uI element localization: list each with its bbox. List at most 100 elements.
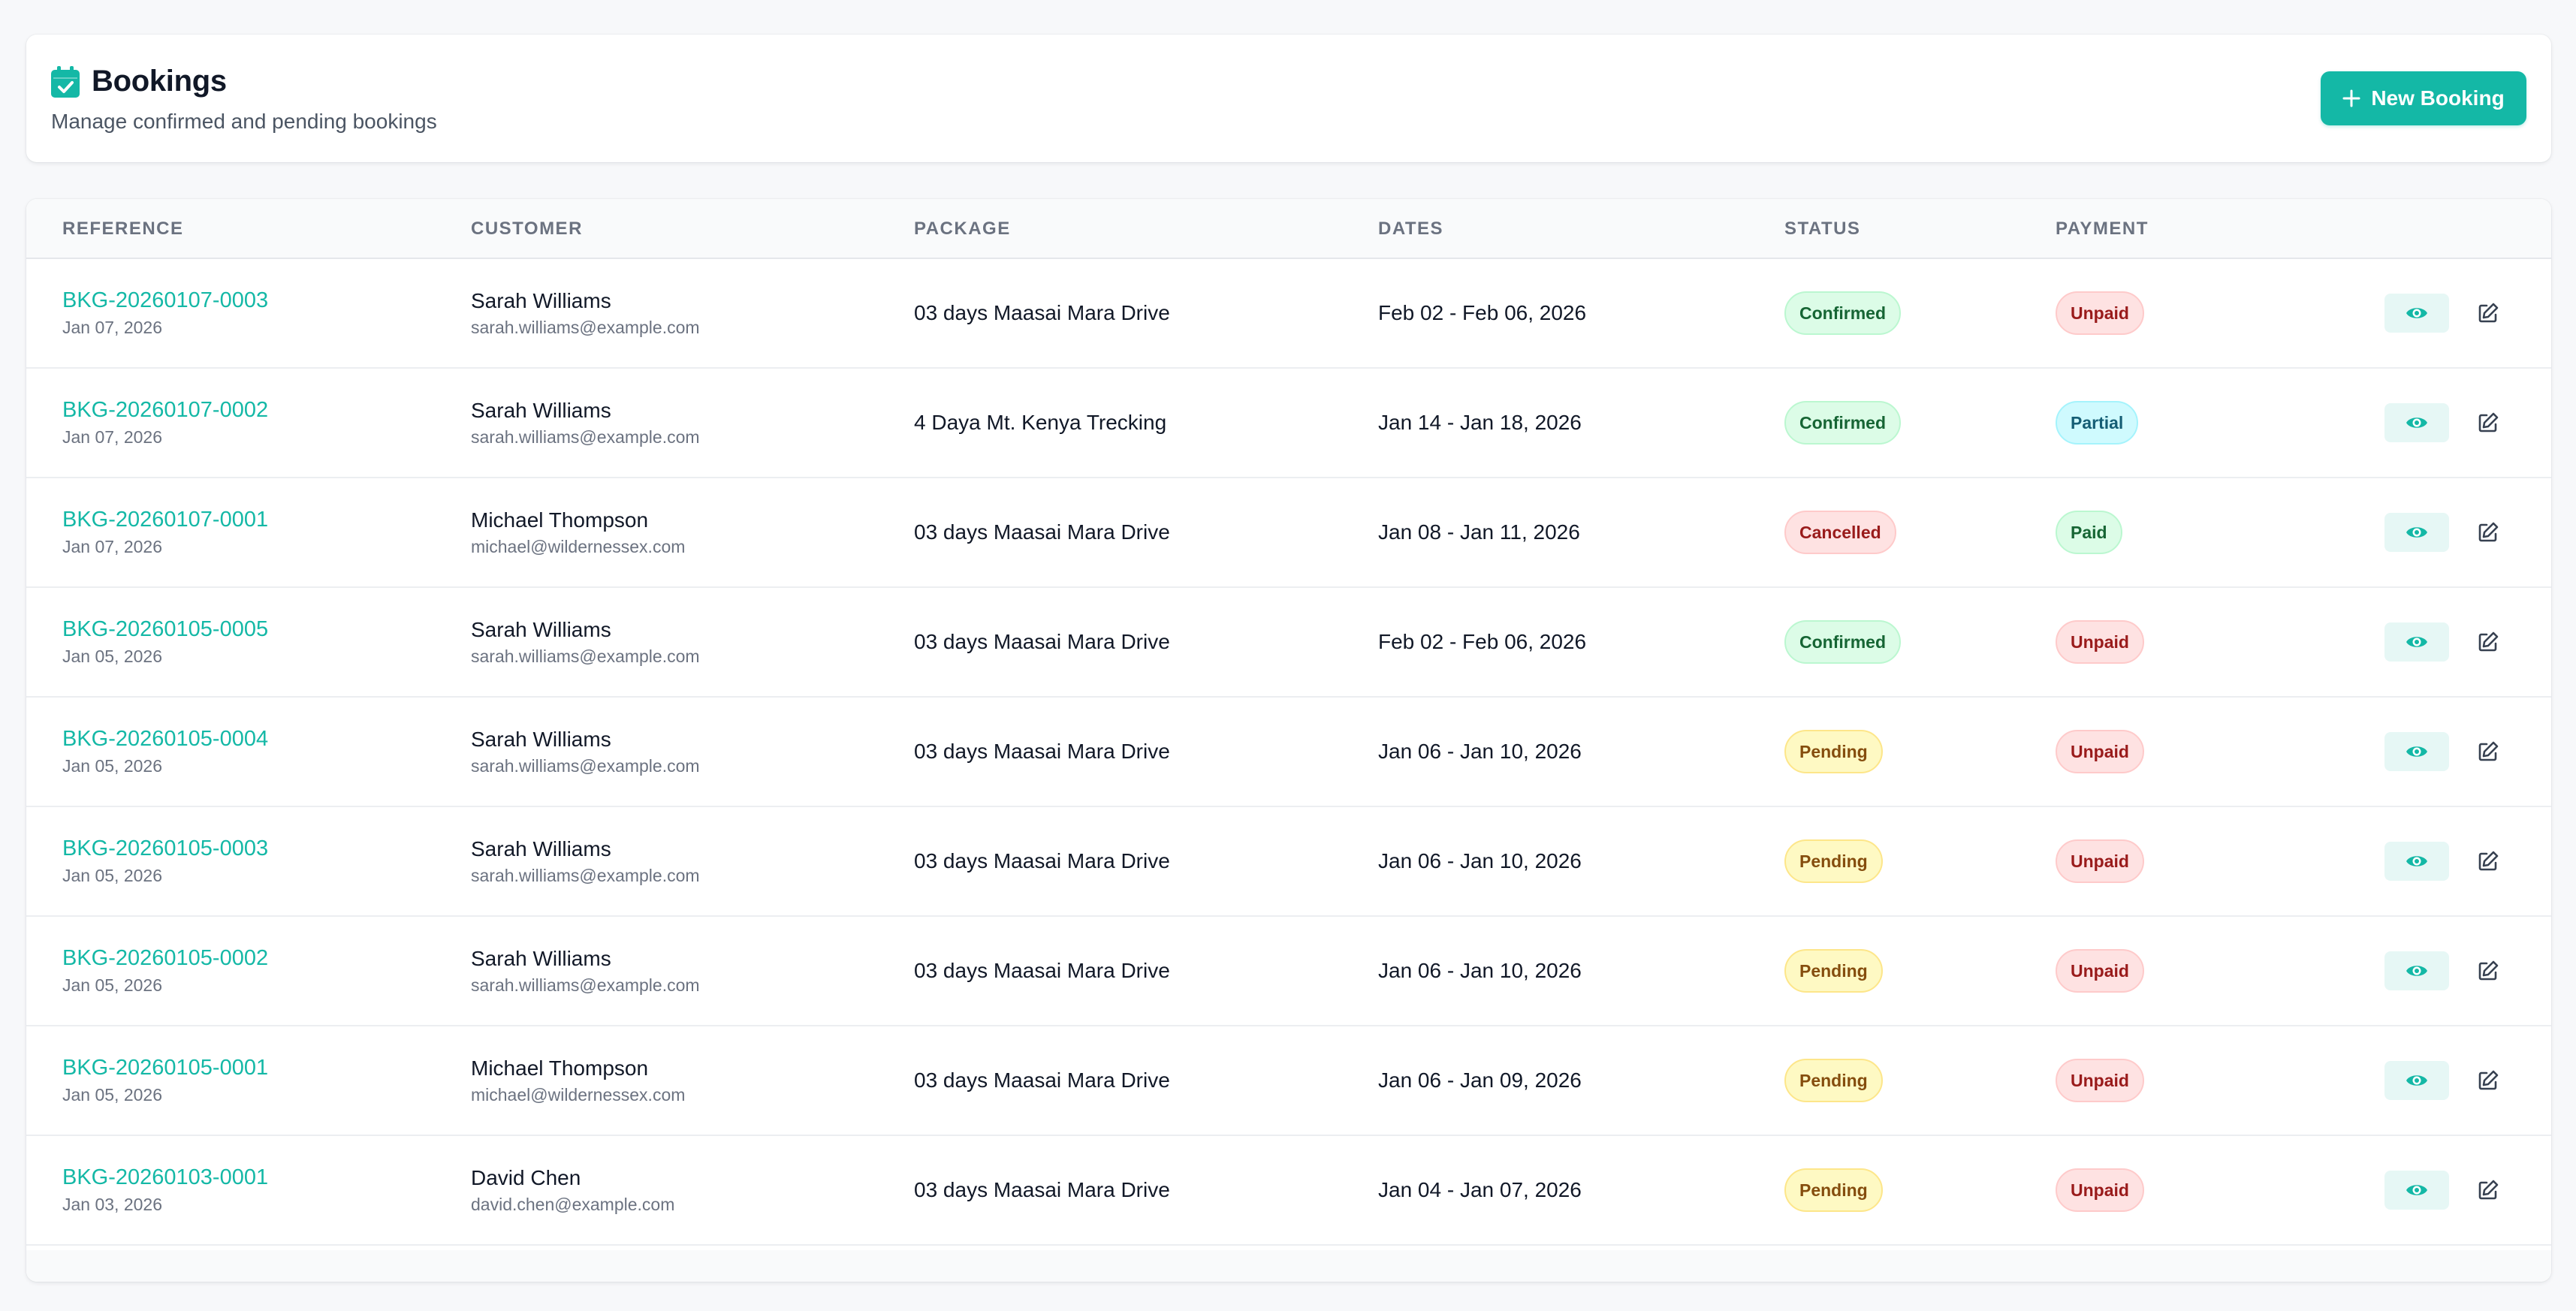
view-booking-button[interactable] [2384,294,2449,333]
status-cell: Pending [1784,917,1883,1025]
row-actions [2384,807,2508,915]
dates-cell: Jan 04 - Jan 07, 2026 [1378,1136,1582,1244]
payment-cell: Unpaid [2056,1026,2144,1135]
table-footer [26,1250,2551,1282]
row-actions [2384,917,2508,1025]
edit-booking-button[interactable] [2469,842,2508,881]
view-booking-button[interactable] [2384,1171,2449,1210]
eye-icon [2406,417,2427,428]
booking-reference-link[interactable]: BKG-20260107-0002 [62,398,268,423]
customer-name: Sarah Williams [471,727,611,751]
status-badge: Pending [1784,1059,1883,1102]
customer-email: sarah.williams@example.com [471,865,700,885]
booking-created-date: Jan 05, 2026 [62,975,163,995]
status-badge: Pending [1784,839,1883,883]
customer-cell: David Chen david.chen@example.com [471,1136,674,1244]
page-title: Bookings [92,65,227,98]
customer-email: david.chen@example.com [471,1194,675,1214]
dates-cell: Jan 14 - Jan 18, 2026 [1378,369,1582,477]
status-cell: Pending [1784,807,1883,915]
edit-booking-button[interactable] [2469,732,2508,771]
reference-cell: BKG-20260103-0001 Jan 03, 2026 [62,1136,268,1244]
table-row: BKG-20260105-0005 Jan 05, 2026 Sarah Willi… [26,588,2551,698]
view-booking-button[interactable] [2384,951,2449,990]
reference-cell: BKG-20260107-0003 Jan 07, 2026 [62,259,268,367]
view-booking-button[interactable] [2384,842,2449,881]
booking-reference-link[interactable]: BKG-20260107-0001 [62,508,268,532]
edit-icon [2478,1180,2499,1200]
booking-dates: Feb 02 - Feb 06, 2026 [1378,630,1587,653]
edit-icon [2478,960,2499,981]
dates-cell: Jan 06 - Jan 10, 2026 [1378,807,1582,915]
new-booking-button[interactable]: New Booking [2321,71,2526,125]
row-actions [2384,1136,2508,1244]
booking-reference-link[interactable]: BKG-20260107-0003 [62,288,268,313]
reference-cell: BKG-20260105-0001 Jan 05, 2026 [62,1026,268,1135]
column-header-dates[interactable]: DATES [1378,199,1443,259]
package-cell: 03 days Maasai Mara Drive [914,259,1170,367]
edit-booking-button[interactable] [2469,622,2508,662]
booking-reference-link[interactable]: BKG-20260105-0003 [62,836,268,861]
reference-cell: BKG-20260105-0003 Jan 05, 2026 [62,807,268,915]
booking-reference-link[interactable]: BKG-20260105-0001 [62,1056,268,1080]
dates-cell: Jan 08 - Jan 11, 2026 [1378,478,1580,586]
view-booking-button[interactable] [2384,513,2449,552]
edit-icon [2478,303,2499,323]
customer-cell: Sarah Williams sarah.williams@example.com [471,698,700,806]
booking-dates: Jan 14 - Jan 18, 2026 [1378,411,1582,434]
edit-booking-button[interactable] [2469,294,2508,333]
table-row: BKG-20260103-0001 Jan 03, 2026 David Chen d… [26,1136,2551,1246]
customer-name: Michael Thompson [471,508,649,532]
page-subtitle: Manage confirmed and pending bookings [51,110,437,133]
payment-badge: Unpaid [2056,620,2144,664]
booking-reference-link[interactable]: BKG-20260105-0002 [62,946,268,971]
row-actions [2384,369,2508,477]
booking-reference-link[interactable]: BKG-20260105-0004 [62,727,268,752]
customer-name: Michael Thompson [471,1056,649,1080]
edit-booking-button[interactable] [2469,1171,2508,1210]
edit-booking-button[interactable] [2469,951,2508,990]
customer-cell: Sarah Williams sarah.williams@example.com [471,369,700,477]
eye-icon [2406,746,2427,757]
view-booking-button[interactable] [2384,622,2449,662]
customer-email: sarah.williams@example.com [471,646,700,666]
column-header-package[interactable]: PACKAGE [914,199,1011,259]
package-cell: 03 days Maasai Mara Drive [914,698,1170,806]
status-badge: Pending [1784,949,1883,993]
view-booking-button[interactable] [2384,732,2449,771]
package-cell: 03 days Maasai Mara Drive [914,588,1170,696]
booking-created-date: Jan 07, 2026 [62,537,163,556]
booking-created-date: Jan 05, 2026 [62,756,163,776]
dates-cell: Feb 02 - Feb 06, 2026 [1378,588,1586,696]
customer-name: David Chen [471,1165,581,1189]
package-cell: 03 days Maasai Mara Drive [914,478,1170,586]
view-booking-button[interactable] [2384,1061,2449,1100]
booking-created-date: Jan 03, 2026 [62,1195,163,1214]
dates-cell: Jan 06 - Jan 10, 2026 [1378,698,1582,806]
column-header-payment[interactable]: PAYMENT [2056,199,2149,259]
booking-reference-link[interactable]: BKG-20260105-0005 [62,617,268,642]
eye-icon [2406,637,2427,647]
column-header-reference[interactable]: REFERENCE [62,199,184,259]
package-cell: 4 Daya Mt. Kenya Trecking [914,369,1166,477]
table-row: BKG-20260107-0001 Jan 07, 2026 Michael Tho… [26,478,2551,588]
table-row: BKG-20260105-0003 Jan 05, 2026 Sarah Willi… [26,807,2551,917]
payment-badge: Unpaid [2056,949,2144,993]
customer-name: Sarah Williams [471,398,611,422]
edit-booking-button[interactable] [2469,1061,2508,1100]
plus-icon [2342,89,2360,107]
column-header-status[interactable]: STATUS [1784,199,1860,259]
payment-badge: Unpaid [2056,1168,2144,1212]
reference-cell: BKG-20260105-0004 Jan 05, 2026 [62,698,268,806]
table-row: BKG-20260105-0004 Jan 05, 2026 Sarah Willi… [26,698,2551,807]
eye-icon [2406,308,2427,318]
column-header-customer[interactable]: CUSTOMER [471,199,583,259]
status-cell: Confirmed [1784,259,1901,367]
edit-booking-button[interactable] [2469,403,2508,442]
customer-cell: Michael Thompson michael@wildernessex.com [471,1026,685,1135]
booking-reference-link[interactable]: BKG-20260103-0001 [62,1165,268,1190]
edit-booking-button[interactable] [2469,513,2508,552]
table-row: BKG-20260107-0002 Jan 07, 2026 Sarah Willi… [26,369,2551,478]
view-booking-button[interactable] [2384,403,2449,442]
payment-cell: Unpaid [2056,807,2144,915]
